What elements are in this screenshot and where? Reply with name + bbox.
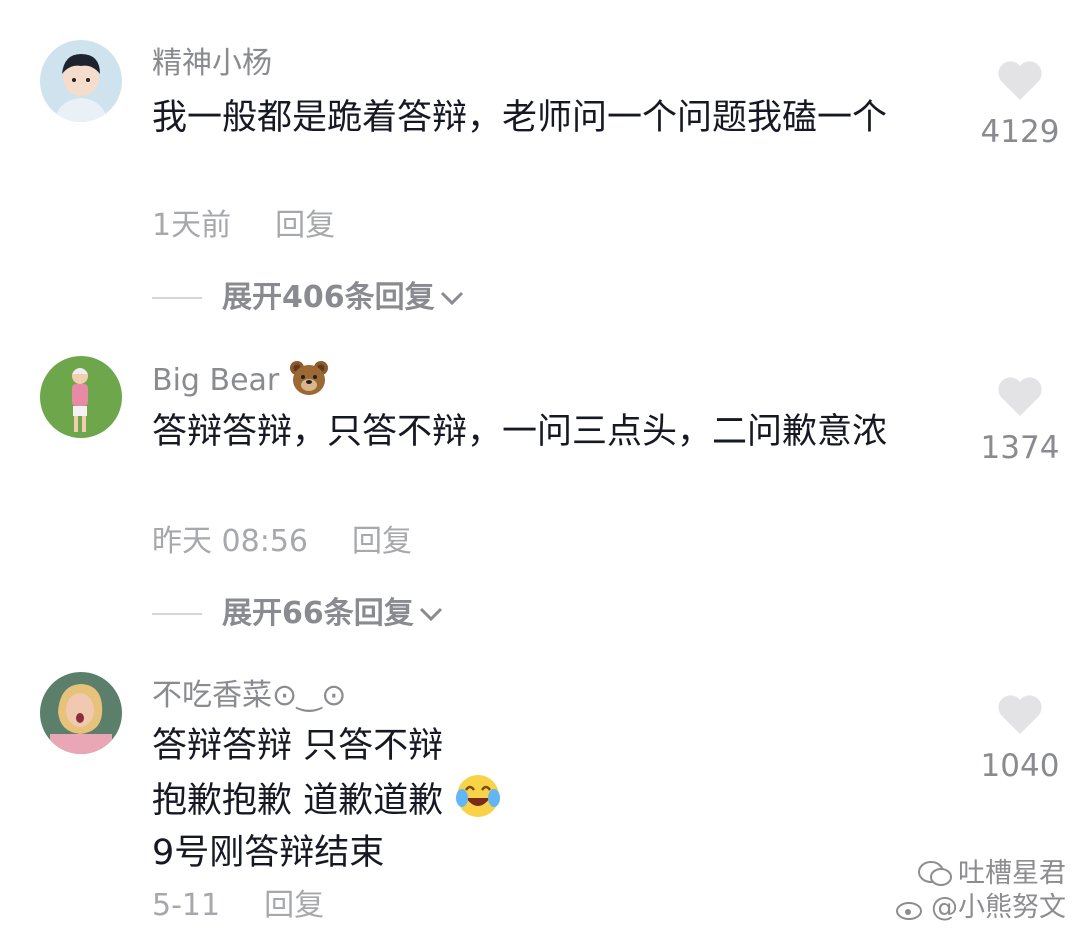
heart-icon <box>998 377 1042 416</box>
comment-text-line: 答辩答辩 只答不辩 <box>152 726 444 766</box>
comment-text: 我一般都是跪着答辩，老师问一个问题我磕一个 <box>152 98 888 138</box>
heart-icon <box>998 61 1042 100</box>
wechat-icon <box>918 861 952 886</box>
like-button[interactable]: 4129 <box>975 60 1065 152</box>
comment-text-line: 抱歉抱歉 道歉道歉 <box>152 772 922 827</box>
avatar[interactable] <box>40 672 122 754</box>
like-button[interactable]: 1040 <box>975 694 1065 786</box>
like-button[interactable]: 1374 <box>975 376 1065 468</box>
like-count: 4129 <box>980 114 1060 150</box>
weibo-icon <box>896 902 922 920</box>
avatar[interactable] <box>40 356 122 438</box>
like-count: 1374 <box>980 430 1060 466</box>
expand-replies-label: 展开406条回复 <box>222 280 435 315</box>
comment-text: 答辩答辩 只答不辩 抱歉抱歉 道歉道歉 9号刚答辩结束 <box>152 720 922 879</box>
reply-button[interactable]: 回复 <box>264 888 324 923</box>
avatar[interactable] <box>40 40 122 122</box>
username[interactable]: Big Bear <box>152 360 329 401</box>
like-count: 1040 <box>980 748 1060 784</box>
chevron-down-icon <box>419 607 442 622</box>
username-text: Big Bear <box>152 363 280 398</box>
chevron-down-icon <box>440 291 463 306</box>
comment-time: 5-11 <box>152 888 221 923</box>
comment-meta: 5-11 回复 <box>152 886 324 926</box>
comment-meta: 昨天 08:56 回复 <box>152 522 412 562</box>
crying-laughing-face-icon <box>456 775 501 817</box>
divider <box>152 297 202 299</box>
reply-button[interactable]: 回复 <box>275 208 335 243</box>
bear-face-icon <box>289 361 328 395</box>
comment-text-line-content: 抱歉抱歉 道歉道歉 <box>152 781 444 821</box>
comment-text-line: 9号刚答辩结束 <box>152 833 385 873</box>
watermark-line1: 吐槽星君 <box>958 858 1066 889</box>
reply-button[interactable]: 回复 <box>352 524 412 559</box>
divider <box>152 613 202 615</box>
comment-text: 答辩答辩，只答不辩，一问三点头，二问歉意浓 <box>152 412 888 452</box>
username[interactable]: 精神小杨 <box>152 44 272 84</box>
expand-replies-button[interactable]: 展开406条回复 <box>152 278 465 318</box>
expand-replies-label: 展开66条回复 <box>222 596 414 631</box>
username[interactable]: 不吃香菜⊙‿⊙ <box>152 676 346 716</box>
watermark: 吐槽星君 @小熊努文 <box>895 857 1066 925</box>
heart-icon <box>998 695 1042 734</box>
comment-meta: 1天前 回复 <box>152 206 335 246</box>
watermark-line2: @小熊努文 <box>931 892 1066 923</box>
comment-time: 昨天 08:56 <box>152 524 308 559</box>
expand-replies-button[interactable]: 展开66条回复 <box>152 594 444 634</box>
comment-time: 1天前 <box>152 208 232 243</box>
